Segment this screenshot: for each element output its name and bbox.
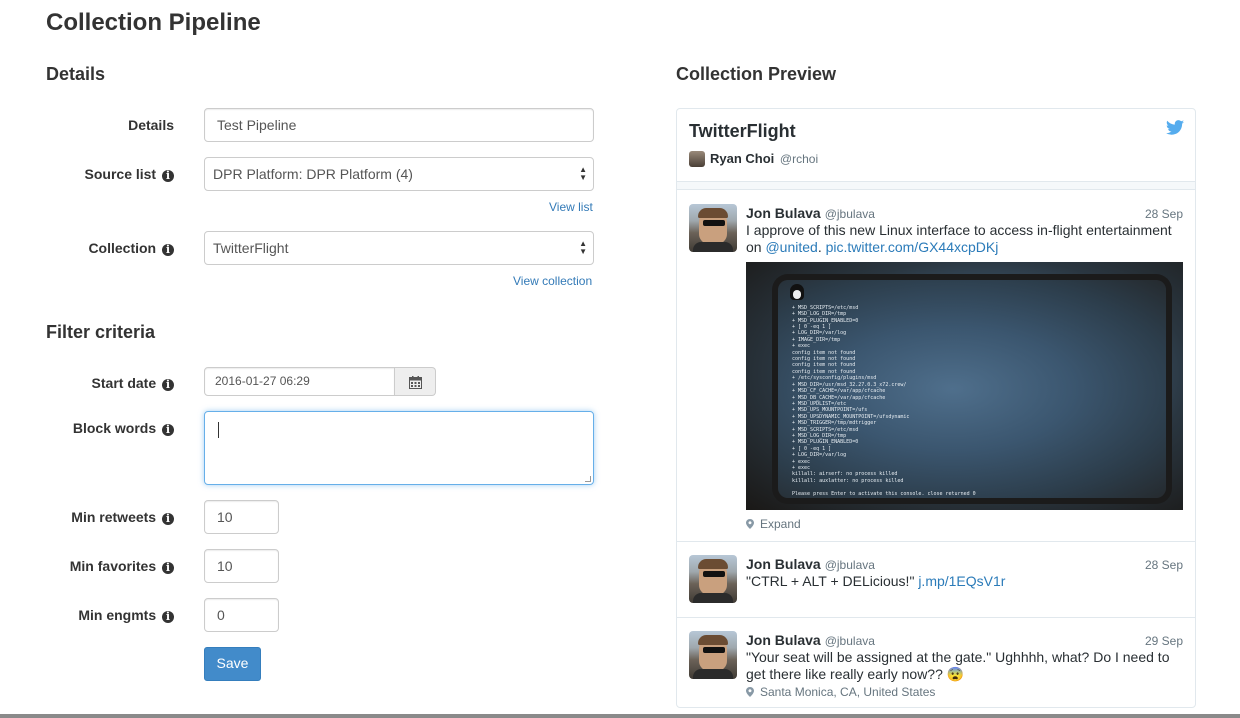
save-button[interactable]: Save (204, 647, 261, 681)
tweet-link[interactable]: j.mp/1EQsV1r (918, 573, 1005, 589)
view-list-link[interactable]: View list (549, 200, 593, 214)
min-favorites-label-text: Min favorites (69, 558, 157, 574)
details-label: Details (0, 117, 174, 133)
collection-value: TwitterFlight (213, 240, 289, 256)
tweet-date[interactable]: 28 Sep (1145, 558, 1183, 572)
info-icon: i (162, 611, 174, 623)
tweet-date[interactable]: 28 Sep (1145, 207, 1183, 221)
min-retweets-input[interactable]: 10 (204, 500, 279, 534)
owner-avatar[interactable] (689, 151, 705, 167)
tweet-media-image[interactable]: + MSD_SCRIPTS=/etc/msd + MSD_LOG_DIR=/tm… (746, 262, 1183, 510)
window-bottom-edge (0, 714, 1240, 718)
tweet-expand-text: Expand (760, 517, 801, 531)
info-icon: i (162, 513, 174, 525)
tweet-text: I approve of this new Linux interface to… (746, 222, 1186, 256)
tweet-item[interactable]: Jon Bulava @jbulava 28 Sep "CTRL + ALT + … (677, 541, 1195, 617)
location-pin-icon (746, 687, 754, 697)
tweet-author[interactable]: Jon Bulava @jbulava (746, 556, 875, 572)
tweet-author-name: Jon Bulava (746, 632, 821, 648)
view-collection-link[interactable]: View collection (513, 274, 592, 288)
page-title: Collection Pipeline (46, 9, 261, 36)
min-engmts-label: Min engmts i (0, 607, 174, 623)
avatar[interactable] (689, 204, 737, 252)
tweet-item[interactable]: Jon Bulava @jbulava 28 Sep I approve of t… (677, 189, 1195, 541)
terminal-output: + MSD_SCRIPTS=/etc/msd + MSD_LOG_DIR=/tm… (792, 304, 976, 497)
tweet-text-body: "CTRL + ALT + DELicious!" (746, 573, 919, 589)
source-list-label-text: Source list (84, 166, 157, 182)
tweet-author-name: Jon Bulava (746, 556, 821, 572)
twitter-widget: TwitterFlight Ryan Choi @rchoi Jon Bulav… (676, 108, 1196, 708)
min-favorites-input[interactable]: 10 (204, 549, 279, 583)
tweet-item[interactable]: Jon Bulava @jbulava 29 Sep "Your seat wil… (677, 617, 1195, 707)
tweet-mention-link[interactable]: @united (765, 239, 817, 255)
tweet-date[interactable]: 29 Sep (1145, 634, 1183, 648)
source-list-value: DPR Platform: DPR Platform (4) (213, 166, 413, 182)
tweet-location[interactable]: Santa Monica, CA, United States (746, 685, 935, 699)
min-engmts-input[interactable]: 0 (204, 598, 279, 632)
min-retweets-label: Min retweets i (0, 509, 174, 525)
tweet-handle: @jbulava (824, 558, 875, 572)
tweet-expand[interactable]: Expand (746, 517, 801, 531)
info-icon: i (162, 379, 174, 391)
tweet-author-name: Jon Bulava (746, 205, 821, 221)
calendar-icon (408, 376, 422, 389)
tweet-author[interactable]: Jon Bulava @jbulava (746, 632, 875, 648)
start-date-label-text: Start date (91, 375, 157, 391)
avatar[interactable] (689, 555, 737, 603)
collection-label: Collection i (0, 240, 174, 256)
details-input[interactable]: Test Pipeline (204, 108, 594, 142)
block-words-textarea[interactable] (204, 411, 594, 485)
tweet-handle: @jbulava (824, 207, 875, 221)
owner-name-text: Ryan Choi (710, 151, 775, 166)
filter-criteria-heading: Filter criteria (46, 322, 156, 342)
info-icon: i (162, 424, 174, 436)
tweet-media-link[interactable]: pic.twitter.com/GX44xcpDKj (826, 239, 999, 255)
source-list-label: Source list i (0, 166, 174, 182)
tweet-text: "CTRL + ALT + DELicious!" j.mp/1EQsV1r (746, 573, 1186, 590)
location-pin-icon (746, 519, 754, 529)
source-list-select[interactable]: DPR Platform: DPR Platform (4) ▲ ▼ (204, 157, 594, 191)
collection-label-text: Collection (88, 240, 157, 256)
block-words-label-text: Block words (72, 420, 157, 436)
widget-title[interactable]: TwitterFlight (689, 121, 796, 142)
tweet-author[interactable]: Jon Bulava @jbulava (746, 205, 875, 221)
owner-name[interactable]: Ryan Choi @rchoi (710, 151, 818, 166)
tweet-text: "Your seat will be assigned at the gate.… (746, 649, 1170, 682)
info-icon: i (162, 170, 174, 182)
tweet-text-sep: . (817, 239, 826, 255)
avatar[interactable] (689, 631, 737, 679)
collection-preview-heading: Collection Preview (676, 64, 837, 84)
header-divider (677, 181, 1195, 189)
twitter-bird-icon[interactable] (1166, 120, 1184, 135)
min-favorites-label: Min favorites i (0, 558, 174, 574)
select-arrows-icon: ▲ ▼ (579, 239, 587, 256)
details-heading: Details (46, 64, 106, 84)
tweet-location-text: Santa Monica, CA, United States (760, 685, 936, 699)
collection-select[interactable]: TwitterFlight ▲ ▼ (204, 231, 594, 265)
start-date-label: Start date i (0, 375, 174, 391)
min-retweets-label-text: Min retweets (71, 509, 157, 525)
owner-handle: @rchoi (779, 152, 819, 166)
tweet-handle: @jbulava (824, 634, 875, 648)
resize-handle[interactable] (585, 476, 591, 482)
block-words-label: Block words i (0, 420, 174, 436)
start-date-input[interactable]: 2016-01-27 06:29 (204, 367, 395, 396)
min-engmts-label-text: Min engmts (78, 607, 157, 623)
calendar-button[interactable] (395, 367, 436, 396)
info-icon: i (162, 562, 174, 574)
select-arrows-icon: ▲ ▼ (579, 165, 587, 182)
details-label-text: Details (128, 117, 174, 133)
text-cursor (218, 422, 219, 438)
info-icon: i (162, 244, 174, 256)
